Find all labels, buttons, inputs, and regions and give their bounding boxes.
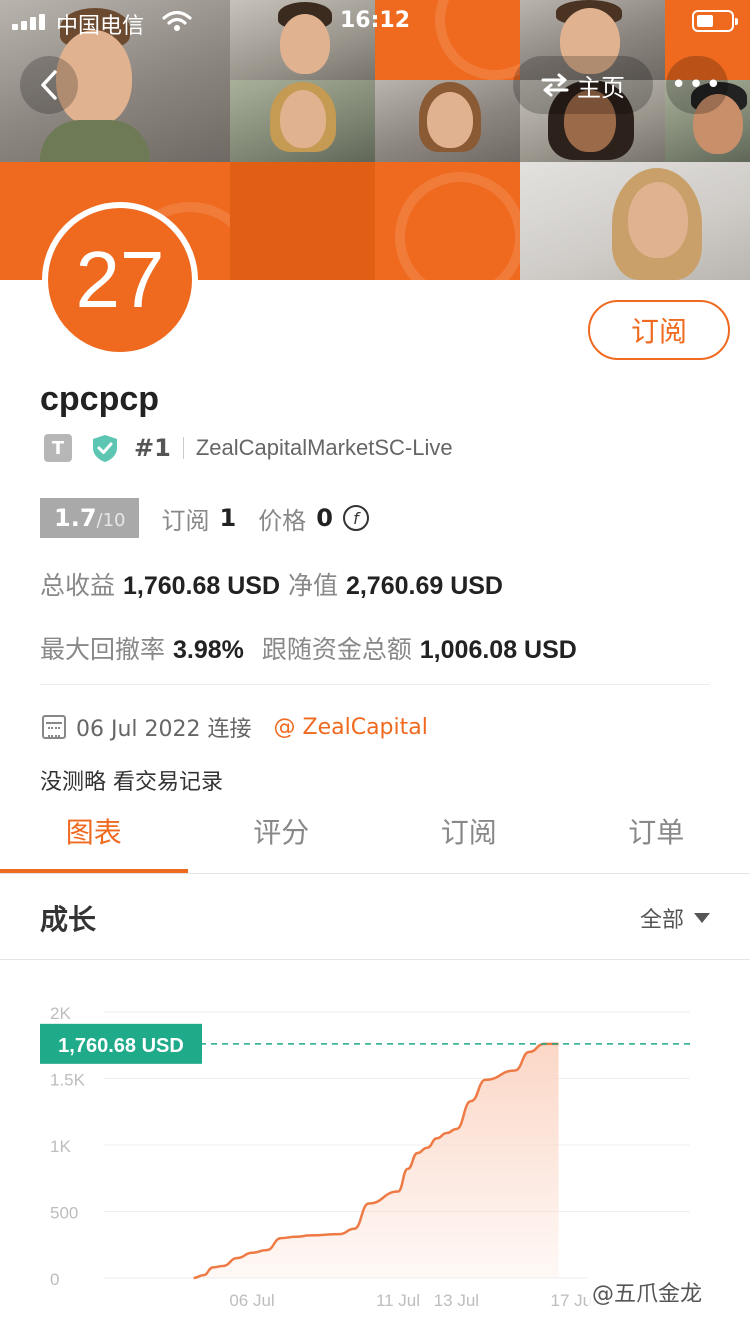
drawdown-row: 最大回撤率 3.98% 跟随资金总额 1,006.08 USD (40, 630, 577, 666)
score-value: 1.7 (54, 504, 97, 532)
divider (182, 437, 184, 459)
growth-title: 成长 (40, 903, 97, 936)
type-badge: T (44, 434, 72, 462)
server-name: ZealCapitalMarketSC-Live (195, 435, 453, 460)
y-tick-label: 2K (50, 1004, 71, 1023)
connect-date-row: 06 Jul 2022 连接 @ ZealCapital (42, 710, 428, 744)
back-button[interactable] (20, 56, 78, 114)
avatar-number: 27 (75, 235, 165, 324)
tab-rating[interactable]: 评分 (188, 800, 376, 873)
x-tick-label: 06 Jul (229, 1291, 274, 1310)
strategy-text: 没测略 看交易记录 (40, 770, 223, 795)
cover-tile (230, 162, 375, 280)
growth-header: 成长 全部 (0, 876, 750, 960)
swap-icon (541, 73, 569, 97)
cover-photo (230, 80, 375, 162)
cover-photo (375, 80, 520, 162)
follow-total-label: 跟随资金总额 (261, 635, 412, 664)
range-label: 全部 (639, 908, 684, 933)
score-row: 1.7 /10 订阅 1 价格 0 f (40, 498, 369, 538)
caret-down-icon (694, 913, 710, 923)
badge-row: T #1 ZealCapitalMarketSC-Live (44, 432, 453, 464)
score-max: /10 (96, 510, 126, 531)
watermark: @五爪金龙 (588, 1276, 707, 1308)
tab-chart[interactable]: 图表 (0, 800, 188, 873)
current-value-label: 1,760.68 USD (58, 1035, 184, 1057)
max-drawdown-label: 最大回撤率 (40, 635, 166, 664)
subscribe-count: 1 (219, 504, 237, 532)
follow-total-value: 1,006.08 USD (419, 636, 577, 664)
price-label: 价格 (258, 506, 307, 535)
battery-icon (692, 10, 738, 32)
avatar: 27 (42, 202, 198, 358)
y-tick-label: 500 (50, 1204, 78, 1223)
clock: 16:12 (339, 8, 411, 33)
tab-orders[interactable]: 订单 (563, 800, 750, 873)
tab-bar: 图表 评分 订阅 订单 (0, 800, 750, 874)
cover-photo (520, 162, 750, 280)
broker-link[interactable]: @ ZealCapital (274, 715, 428, 740)
x-tick-label: 13 Jul (434, 1291, 479, 1310)
status-bar: 中国电信 16:12 (0, 0, 750, 44)
more-button[interactable]: ••• (666, 56, 728, 114)
coin-icon: f (342, 505, 369, 531)
total-profit-value: 1,760.68 USD (122, 572, 281, 600)
home-button[interactable]: 主页 (513, 56, 653, 114)
tab-subscribe[interactable]: 订阅 (375, 800, 563, 873)
subscribe-count-label: 订阅 (161, 506, 210, 535)
divider (40, 684, 710, 685)
net-value-value: 2,760.69 USD (345, 572, 503, 600)
shield-check-icon (93, 435, 117, 462)
y-tick-label: 1K (50, 1137, 71, 1156)
cover-tile (375, 162, 520, 280)
score-badge[interactable]: 1.7 /10 (40, 498, 140, 538)
range-dropdown[interactable]: 全部 (640, 902, 710, 934)
home-label: 主页 (577, 73, 625, 102)
username: cpcpcp (40, 380, 160, 418)
more-dots-icon: ••• (670, 70, 723, 100)
max-drawdown-value: 3.98% (172, 636, 244, 664)
growth-area (193, 1043, 559, 1278)
y-tick-label: 0 (50, 1270, 59, 1289)
calendar-icon (42, 715, 66, 739)
net-value-label: 净值 (287, 571, 338, 600)
rank-badge: #1 (134, 434, 171, 462)
subscribe-button[interactable]: 订阅 (588, 300, 730, 360)
price-value: 0 (316, 504, 333, 532)
profit-row: 总收益 1,760.68 USD 净值 2,760.69 USD (40, 566, 503, 602)
total-profit-label: 总收益 (40, 571, 116, 600)
chevron-left-icon (41, 70, 57, 100)
connect-date: 06 Jul 2022 连接 (76, 717, 252, 742)
y-tick-label: 1.5K (50, 1071, 86, 1090)
x-tick-label: 11 Jul (376, 1291, 420, 1310)
